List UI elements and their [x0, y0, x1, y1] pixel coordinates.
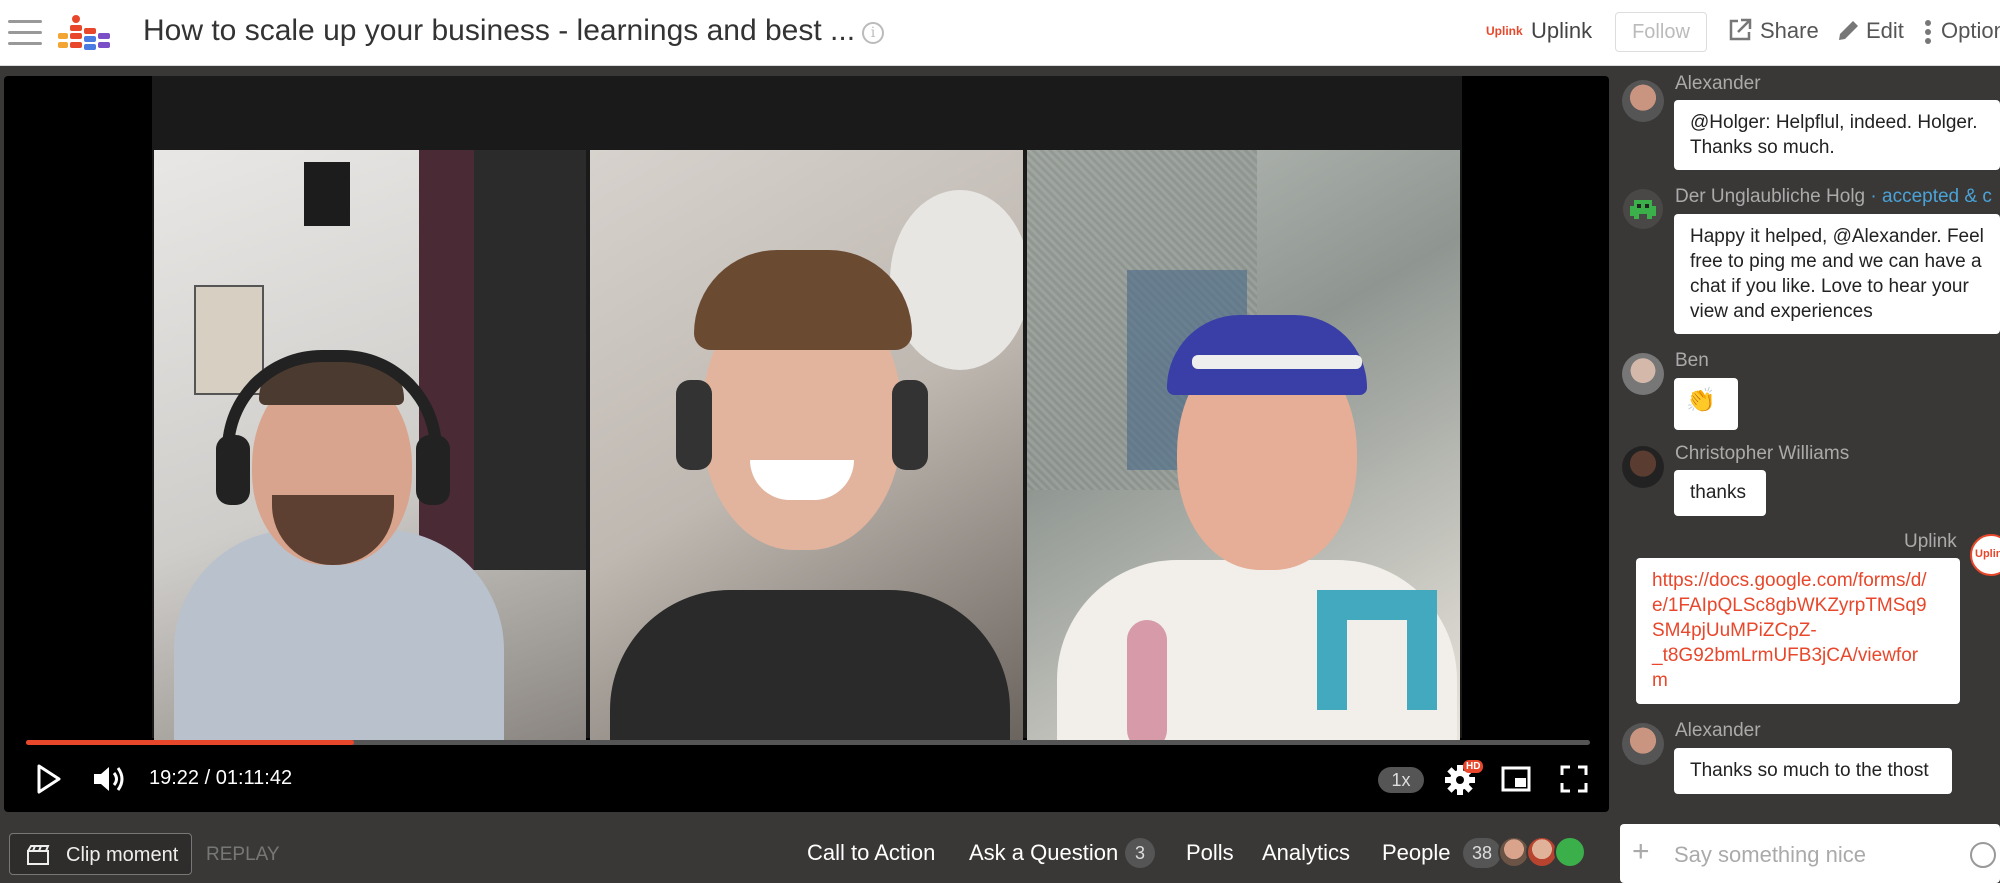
chat-message: Happy it helped, @Alexander. Feel free t…	[1674, 214, 2000, 334]
edit-button[interactable]: Edit	[1866, 18, 1904, 44]
avatar[interactable]	[1622, 353, 1664, 395]
participant-avatar[interactable]	[1554, 836, 1586, 868]
chat-author[interactable]: Der Unglaubliche Holg · accepted & c	[1675, 186, 1992, 208]
accepted-status: · accepted & c	[1870, 186, 1992, 207]
chat-message: Thanks so much to the thost	[1674, 748, 1952, 794]
progress-bar[interactable]	[26, 740, 1590, 745]
avatar[interactable]	[1622, 188, 1664, 230]
lamp	[890, 190, 1023, 370]
window	[474, 150, 586, 570]
tab-ask-a-question[interactable]: Ask a Question	[969, 840, 1118, 866]
chat-author[interactable]: Ben	[1675, 350, 1709, 372]
chat-text-line: thanks	[1690, 482, 1746, 503]
chat-panel: Alexander @Holger: Helpflul, indeed. Hol…	[1610, 66, 2000, 820]
chat-author[interactable]: Alexander	[1675, 73, 1761, 95]
clip-moment-button[interactable]: Clip moment	[9, 833, 192, 875]
chat-text-line: chat if you like. Love to hear your	[1690, 276, 1969, 297]
page-title: How to scale up your business - learning…	[143, 14, 856, 47]
picture-in-picture-icon[interactable]	[1501, 766, 1531, 792]
chat-link-line[interactable]: https://docs.google.com/forms/d/	[1652, 568, 1944, 593]
chat-text-line: Thanks so much to the thost	[1690, 760, 1929, 781]
emoji-picker-icon[interactable]	[1970, 842, 1996, 868]
progress-fill	[26, 740, 355, 745]
menu-icon[interactable]	[8, 20, 42, 46]
wall-picture	[304, 162, 350, 226]
question-count-badge: 3	[1125, 838, 1155, 868]
chat-text-line: Thanks so much.	[1690, 137, 1835, 158]
chat-message: @Holger: Helpflul, indeed. Holger. Thank…	[1674, 100, 2000, 170]
chat-author-name[interactable]: Der Unglaubliche Holg	[1675, 186, 1865, 207]
chat-link-line[interactable]: e/1FAIpQLSc8gbWKZyrpTMSq9	[1652, 593, 1944, 618]
share-button[interactable]: Share	[1760, 18, 1819, 44]
more-vertical-icon[interactable]	[1924, 19, 1932, 45]
chat-author[interactable]: Christopher Williams	[1675, 443, 1849, 465]
host-logo[interactable]: Uplink	[1486, 24, 1523, 38]
chat-author[interactable]: Uplink	[1904, 531, 1957, 553]
avatar[interactable]	[1622, 80, 1664, 122]
curtain	[419, 150, 474, 570]
people-count-badge: 38	[1463, 838, 1501, 868]
clapperboard-icon	[27, 845, 50, 865]
clip-moment-label: Clip moment	[66, 844, 179, 866]
bottom-toolbar: Clip moment REPLAY Call to Action Ask a …	[0, 820, 1610, 883]
space-invader-icon	[1623, 189, 1663, 229]
hd-badge: HD	[1463, 760, 1484, 773]
tab-polls[interactable]: Polls	[1186, 840, 1234, 866]
app-logo[interactable]	[56, 14, 118, 54]
chat-composer: + Say something nice	[1610, 820, 2000, 883]
tab-analytics[interactable]: Analytics	[1262, 840, 1350, 866]
video-tile-speaker-1	[154, 150, 586, 740]
video-player[interactable]: 19:22 / 01:11:42 1x HD	[4, 76, 1609, 812]
video-tile-speaker-3	[1027, 150, 1460, 740]
time-display: 19:22 / 01:11:42	[149, 767, 293, 789]
avatar[interactable]	[1622, 723, 1664, 765]
chat-text-line: view and experiences	[1690, 301, 1873, 322]
chat-link-line[interactable]: _t8G92bmLrmUFB3jCA/viewfor	[1652, 643, 1944, 668]
options-button[interactable]: Options	[1941, 18, 2000, 44]
chat-text-line: Happy it helped, @Alexander. Feel	[1690, 226, 1984, 247]
chat-text-line: free to ping me and we can have a	[1690, 251, 1982, 272]
replay-label: REPLAY	[206, 844, 280, 865]
chat-message: thanks	[1674, 470, 1766, 516]
clapping-hands-emoji: 👏	[1686, 387, 1716, 414]
tab-call-to-action[interactable]: Call to Action	[807, 840, 935, 866]
fullscreen-icon[interactable]	[1560, 765, 1588, 793]
chat-link-line[interactable]: m	[1652, 668, 1944, 693]
uplink-avatar-label: Uplin	[1975, 548, 2000, 560]
volume-icon[interactable]	[92, 764, 128, 794]
info-icon[interactable]: i	[862, 22, 884, 44]
host-name[interactable]: Uplink	[1531, 18, 1592, 44]
chat-input-placeholder: Say something nice	[1674, 842, 1866, 867]
follow-button[interactable]: Follow	[1615, 12, 1707, 52]
chat-input[interactable]: + Say something nice	[1620, 824, 2000, 883]
share-icon[interactable]	[1727, 17, 1753, 43]
avatar[interactable]: Uplin	[1970, 534, 2000, 576]
chat-author[interactable]: Alexander	[1675, 720, 1761, 742]
play-icon[interactable]	[36, 764, 62, 794]
tab-people[interactable]: People	[1382, 840, 1451, 866]
avatar[interactable]	[1622, 446, 1664, 488]
video-tile-speaker-2	[590, 150, 1023, 740]
top-header: How to scale up your business - learning…	[0, 0, 2000, 66]
playback-speed-button[interactable]: 1x	[1378, 767, 1424, 793]
chat-message: 👏	[1674, 378, 1738, 430]
chat-text-line: @Holger: Helpflul, indeed. Holger.	[1690, 112, 1978, 133]
chat-link-line[interactable]: SM4pjUuMPiZCpZ-	[1652, 618, 1944, 643]
chat-message-link[interactable]: https://docs.google.com/forms/d/ e/1FAIp…	[1636, 558, 1960, 704]
add-attachment-icon[interactable]: +	[1632, 837, 1650, 867]
edit-icon[interactable]	[1835, 18, 1861, 44]
